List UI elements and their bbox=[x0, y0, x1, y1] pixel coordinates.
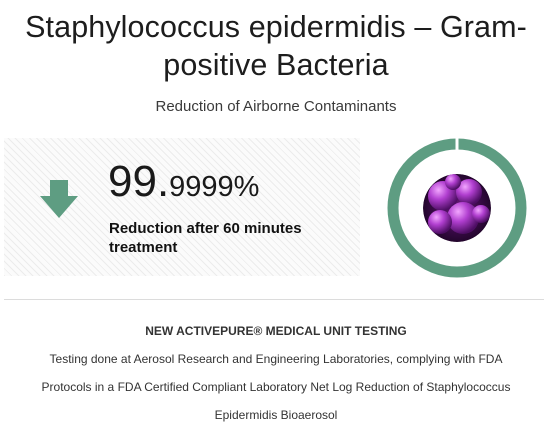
caption-line-1: Reduction after 60 minutes bbox=[109, 220, 302, 237]
reduction-value-integer: 99. bbox=[108, 157, 170, 206]
arrow-down-icon bbox=[40, 180, 78, 218]
testing-line-3: Epidermidis Bioaerosol bbox=[214, 408, 338, 422]
testing-heading: NEW ACTIVEPURE® MEDICAL UNIT TESTING bbox=[145, 324, 407, 338]
page-title: Staphylococcus epidermidis – Gram- posit… bbox=[0, 8, 552, 84]
reduction-caption: Reduction after 60 minutes treatment bbox=[109, 219, 339, 257]
title-line-1: Staphylococcus epidermidis – Gram- bbox=[25, 10, 527, 44]
caption-line-2: treatment bbox=[109, 239, 178, 256]
testing-line-1: Testing done at Aerosol Research and Eng… bbox=[49, 352, 503, 366]
title-line-2: positive Bacteria bbox=[163, 48, 389, 82]
bacteria-image bbox=[423, 174, 491, 242]
arrow-shape bbox=[40, 180, 78, 218]
reduction-value: 99.9999% bbox=[108, 160, 259, 204]
testing-description: Testing done at Aerosol Research and Eng… bbox=[0, 345, 552, 429]
testing-line-2: Protocols in a FDA Certified Compliant L… bbox=[41, 380, 511, 394]
subtitle: Reduction of Airborne Contaminants bbox=[155, 98, 397, 115]
reduction-value-decimal: 9999% bbox=[169, 171, 260, 203]
section-divider bbox=[4, 299, 544, 300]
progress-ring bbox=[387, 137, 527, 278]
